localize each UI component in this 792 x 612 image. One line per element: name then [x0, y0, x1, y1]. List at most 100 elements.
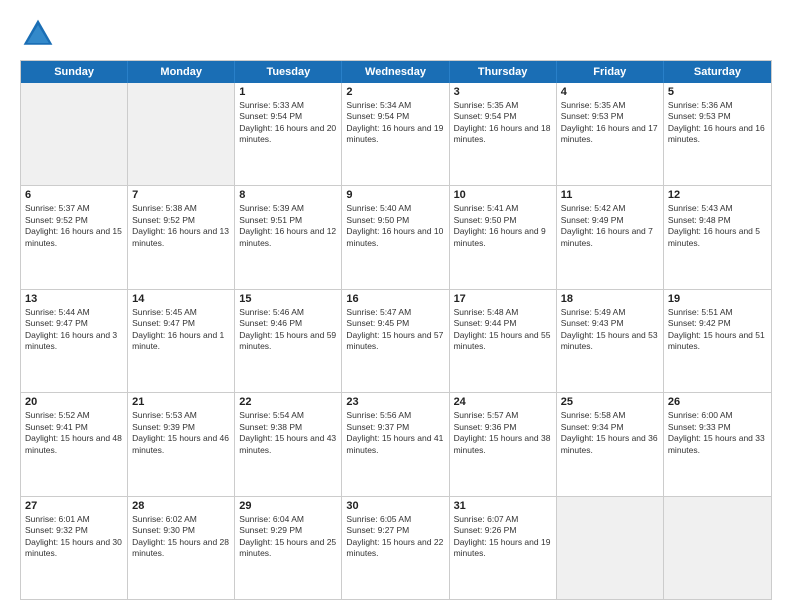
day-number: 2	[346, 86, 444, 98]
day-info: Sunrise: 5:46 AM Sunset: 9:46 PM Dayligh…	[239, 307, 337, 353]
day-info: Sunrise: 5:39 AM Sunset: 9:51 PM Dayligh…	[239, 203, 337, 249]
day-number: 8	[239, 189, 337, 201]
day-info: Sunrise: 5:36 AM Sunset: 9:53 PM Dayligh…	[668, 100, 767, 146]
header-day-monday: Monday	[128, 61, 235, 83]
day-number: 18	[561, 293, 659, 305]
empty-cell	[128, 83, 235, 185]
header-day-friday: Friday	[557, 61, 664, 83]
day-number: 22	[239, 396, 337, 408]
day-number: 12	[668, 189, 767, 201]
day-number: 21	[132, 396, 230, 408]
day-number: 17	[454, 293, 552, 305]
calendar-row-2: 6Sunrise: 5:37 AM Sunset: 9:52 PM Daylig…	[21, 185, 771, 288]
day-info: Sunrise: 5:56 AM Sunset: 9:37 PM Dayligh…	[346, 410, 444, 456]
day-number: 14	[132, 293, 230, 305]
empty-cell	[557, 497, 664, 599]
calendar: SundayMondayTuesdayWednesdayThursdayFrid…	[20, 60, 772, 600]
day-number: 15	[239, 293, 337, 305]
day-info: Sunrise: 6:01 AM Sunset: 9:32 PM Dayligh…	[25, 514, 123, 560]
day-cell-20: 20 Sunrise: 5:52 AM Sunset: 9:41 PM Dayli…	[21, 393, 128, 495]
day-cell-28: 28 Sunrise: 6:02 AM Sunset: 9:30 PM Dayli…	[128, 497, 235, 599]
day-number: 23	[346, 396, 444, 408]
day-cell-30: 30 Sunrise: 6:05 AM Sunset: 9:27 PM Dayli…	[342, 497, 449, 599]
header	[20, 16, 772, 52]
day-number: 13	[25, 293, 123, 305]
day-cell-7: 7 Sunrise: 5:38 AM Sunset: 9:52 PM Daylig…	[128, 186, 235, 288]
day-cell-5: 5Sunrise: 5:36 AM Sunset: 9:53 PM Daylig…	[664, 83, 771, 185]
day-info: Sunrise: 6:04 AM Sunset: 9:29 PM Dayligh…	[239, 514, 337, 560]
day-info: Sunrise: 5:48 AM Sunset: 9:44 PM Dayligh…	[454, 307, 552, 353]
day-number: 3	[454, 86, 552, 98]
day-info: Sunrise: 5:51 AM Sunset: 9:42 PM Dayligh…	[668, 307, 767, 353]
day-info: Sunrise: 5:54 AM Sunset: 9:38 PM Dayligh…	[239, 410, 337, 456]
day-info: Sunrise: 6:00 AM Sunset: 9:33 PM Dayligh…	[668, 410, 767, 456]
calendar-row-3: 13 Sunrise: 5:44 AM Sunset: 9:47 PM Dayli…	[21, 289, 771, 392]
day-cell-27: 27Sunrise: 6:01 AM Sunset: 9:32 PM Dayli…	[21, 497, 128, 599]
day-cell-14: 14 Sunrise: 5:45 AM Sunset: 9:47 PM Dayli…	[128, 290, 235, 392]
header-day-saturday: Saturday	[664, 61, 771, 83]
day-info: Sunrise: 6:07 AM Sunset: 9:26 PM Dayligh…	[454, 514, 552, 560]
calendar-header: SundayMondayTuesdayWednesdayThursdayFrid…	[21, 61, 771, 83]
day-info: Sunrise: 5:35 AM Sunset: 9:53 PM Dayligh…	[561, 100, 659, 146]
day-cell-10: 10Sunrise: 5:41 AM Sunset: 9:50 PM Dayli…	[450, 186, 557, 288]
day-info: Sunrise: 5:57 AM Sunset: 9:36 PM Dayligh…	[454, 410, 552, 456]
header-day-thursday: Thursday	[450, 61, 557, 83]
day-cell-9: 9 Sunrise: 5:40 AM Sunset: 9:50 PM Daylig…	[342, 186, 449, 288]
day-cell-25: 25 Sunrise: 5:58 AM Sunset: 9:34 PM Dayli…	[557, 393, 664, 495]
day-info: Sunrise: 5:41 AM Sunset: 9:50 PM Dayligh…	[454, 203, 552, 249]
day-info: Sunrise: 5:35 AM Sunset: 9:54 PM Dayligh…	[454, 100, 552, 146]
day-cell-8: 8 Sunrise: 5:39 AM Sunset: 9:51 PM Daylig…	[235, 186, 342, 288]
day-number: 9	[346, 189, 444, 201]
day-cell-11: 11 Sunrise: 5:42 AM Sunset: 9:49 PM Dayli…	[557, 186, 664, 288]
day-info: Sunrise: 5:33 AM Sunset: 9:54 PM Dayligh…	[239, 100, 337, 146]
logo	[20, 16, 60, 52]
day-cell-21: 21 Sunrise: 5:53 AM Sunset: 9:39 PM Dayli…	[128, 393, 235, 495]
day-info: Sunrise: 5:49 AM Sunset: 9:43 PM Dayligh…	[561, 307, 659, 353]
day-number: 30	[346, 500, 444, 512]
day-info: Sunrise: 5:34 AM Sunset: 9:54 PM Dayligh…	[346, 100, 444, 146]
day-cell-12: 12 Sunrise: 5:43 AM Sunset: 9:48 PM Dayli…	[664, 186, 771, 288]
day-info: Sunrise: 5:40 AM Sunset: 9:50 PM Dayligh…	[346, 203, 444, 249]
day-info: Sunrise: 5:53 AM Sunset: 9:39 PM Dayligh…	[132, 410, 230, 456]
day-cell-18: 18 Sunrise: 5:49 AM Sunset: 9:43 PM Dayli…	[557, 290, 664, 392]
day-number: 1	[239, 86, 337, 98]
day-number: 20	[25, 396, 123, 408]
day-cell-31: 31 Sunrise: 6:07 AM Sunset: 9:26 PM Dayli…	[450, 497, 557, 599]
day-number: 24	[454, 396, 552, 408]
page: SundayMondayTuesdayWednesdayThursdayFrid…	[0, 0, 792, 612]
day-number: 31	[454, 500, 552, 512]
header-day-tuesday: Tuesday	[235, 61, 342, 83]
day-info: Sunrise: 5:43 AM Sunset: 9:48 PM Dayligh…	[668, 203, 767, 249]
day-info: Sunrise: 5:45 AM Sunset: 9:47 PM Dayligh…	[132, 307, 230, 353]
day-info: Sunrise: 5:58 AM Sunset: 9:34 PM Dayligh…	[561, 410, 659, 456]
day-info: Sunrise: 5:37 AM Sunset: 9:52 PM Dayligh…	[25, 203, 123, 249]
day-cell-6: 6Sunrise: 5:37 AM Sunset: 9:52 PM Daylig…	[21, 186, 128, 288]
day-cell-13: 13 Sunrise: 5:44 AM Sunset: 9:47 PM Dayli…	[21, 290, 128, 392]
calendar-row-1: 1 Sunrise: 5:33 AM Sunset: 9:54 PM Daylig…	[21, 83, 771, 185]
day-number: 7	[132, 189, 230, 201]
day-info: Sunrise: 5:44 AM Sunset: 9:47 PM Dayligh…	[25, 307, 123, 353]
day-cell-3: 3 Sunrise: 5:35 AM Sunset: 9:54 PM Daylig…	[450, 83, 557, 185]
day-info: Sunrise: 5:47 AM Sunset: 9:45 PM Dayligh…	[346, 307, 444, 353]
day-info: Sunrise: 5:42 AM Sunset: 9:49 PM Dayligh…	[561, 203, 659, 249]
day-number: 4	[561, 86, 659, 98]
day-info: Sunrise: 6:02 AM Sunset: 9:30 PM Dayligh…	[132, 514, 230, 560]
day-cell-19: 19 Sunrise: 5:51 AM Sunset: 9:42 PM Dayli…	[664, 290, 771, 392]
day-cell-22: 22 Sunrise: 5:54 AM Sunset: 9:38 PM Dayli…	[235, 393, 342, 495]
day-info: Sunrise: 5:38 AM Sunset: 9:52 PM Dayligh…	[132, 203, 230, 249]
day-cell-24: 24 Sunrise: 5:57 AM Sunset: 9:36 PM Dayli…	[450, 393, 557, 495]
day-info: Sunrise: 5:52 AM Sunset: 9:41 PM Dayligh…	[25, 410, 123, 456]
day-cell-2: 2 Sunrise: 5:34 AM Sunset: 9:54 PM Daylig…	[342, 83, 449, 185]
day-cell-17: 17 Sunrise: 5:48 AM Sunset: 9:44 PM Dayli…	[450, 290, 557, 392]
day-number: 11	[561, 189, 659, 201]
empty-cell	[21, 83, 128, 185]
day-number: 19	[668, 293, 767, 305]
day-number: 28	[132, 500, 230, 512]
day-cell-23: 23 Sunrise: 5:56 AM Sunset: 9:37 PM Dayli…	[342, 393, 449, 495]
day-cell-26: 26Sunrise: 6:00 AM Sunset: 9:33 PM Dayli…	[664, 393, 771, 495]
day-number: 29	[239, 500, 337, 512]
day-cell-1: 1 Sunrise: 5:33 AM Sunset: 9:54 PM Daylig…	[235, 83, 342, 185]
logo-icon	[20, 16, 56, 52]
day-number: 25	[561, 396, 659, 408]
day-info: Sunrise: 6:05 AM Sunset: 9:27 PM Dayligh…	[346, 514, 444, 560]
